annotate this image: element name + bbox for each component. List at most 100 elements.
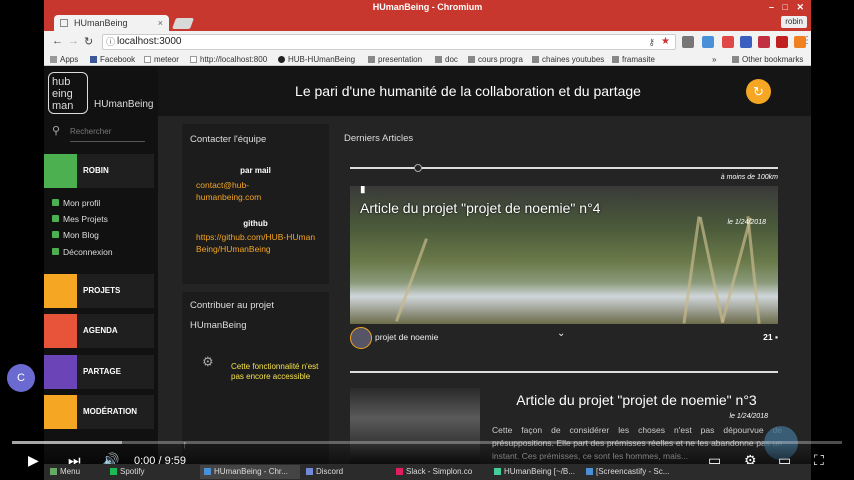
- grass-stroke: [746, 216, 761, 324]
- logo-text: HUmanBeing: [94, 99, 154, 110]
- address-bar[interactable]: ⓘ localhost:3000 ⚷ ★: [102, 34, 676, 50]
- sidebar-sub-logout[interactable]: Déconnexion: [52, 247, 113, 257]
- bookmark-item[interactable]: meteor: [144, 53, 179, 66]
- article-title[interactable]: Article du projet "projet de noemie" n°3: [494, 392, 779, 408]
- taskbar-item[interactable]: Spotify: [106, 465, 196, 479]
- window-controls[interactable]: – □ ✕: [769, 0, 807, 14]
- grass-stroke: [682, 216, 701, 324]
- github-icon: [278, 56, 285, 63]
- bookmark-icon[interactable]: ▮: [360, 186, 366, 195]
- screen: HUmanBeing - Chromium – □ ✕ HUmanBeing ×…: [0, 0, 854, 480]
- article-date: le 1/24/2018: [729, 413, 768, 420]
- info-icon: ⓘ: [106, 37, 116, 47]
- tab-humanbeing[interactable]: HUmanBeing ×: [54, 15, 169, 31]
- sidebar-item-moderation[interactable]: MODÉRATION: [44, 395, 154, 429]
- article-title[interactable]: Article du projet "projet de noemie" n°4: [360, 200, 600, 216]
- sidebar-sub-projects[interactable]: Mes Projets: [52, 214, 108, 224]
- extension-icon[interactable]: [740, 36, 752, 48]
- forward-icon[interactable]: →: [68, 35, 79, 47]
- fullscreen-icon[interactable]: ⛶: [814, 452, 824, 469]
- close-tab-icon[interactable]: ×: [158, 15, 163, 31]
- share-icon: [44, 355, 77, 389]
- sidebar-sub-profile[interactable]: Mon profil: [52, 198, 100, 208]
- comment-count[interactable]: 21 ▪: [763, 332, 778, 342]
- bookmark-item[interactable]: HUB-HUmanBeing: [278, 53, 355, 66]
- menu-icon[interactable]: ⋮: [802, 35, 812, 46]
- bookmarks-bar: Apps Facebook meteor http://localhost:80…: [44, 53, 811, 66]
- bookmark-folder[interactable]: chaines youtubes: [532, 53, 604, 66]
- contact-panel: Contacter l'équipe par mail contact@hub-…: [182, 124, 329, 284]
- discord-icon: [306, 468, 313, 475]
- taskbar-menu[interactable]: Menu: [46, 465, 84, 479]
- comment-icon: ▪: [774, 332, 778, 342]
- star-icon[interactable]: ★: [661, 35, 670, 49]
- gears-icon: ⚙: [202, 354, 214, 369]
- taskbar-item[interactable]: HUmanBeing [~/B...: [490, 465, 580, 479]
- extension-icon[interactable]: [682, 36, 694, 48]
- projects-icon: [44, 274, 77, 308]
- bookmark-item[interactable]: Facebook: [90, 53, 135, 66]
- sidebar-item-projets[interactable]: PROJETS: [44, 274, 154, 308]
- article-card[interactable]: ▮ Article du projet "projet de noemie" n…: [350, 186, 778, 324]
- distance-label: à moins de 100km: [720, 174, 778, 181]
- slack-icon: [396, 468, 403, 475]
- article-author[interactable]: projet de noemie: [375, 332, 438, 342]
- window-title: HUmanBeing - Chromium: [372, 2, 483, 12]
- bookmark-folder[interactable]: doc: [435, 53, 458, 66]
- more-bookmarks-icon[interactable]: »: [712, 53, 716, 66]
- bookmark-folder[interactable]: framasite: [612, 53, 655, 66]
- mail-link[interactable]: contact@hub-humanbeing.com: [196, 179, 296, 203]
- channel-avatar[interactable]: C: [7, 364, 35, 392]
- new-tab-button[interactable]: [171, 18, 195, 29]
- extension-icon[interactable]: [702, 36, 714, 48]
- bookmark-folder[interactable]: presentation: [368, 53, 422, 66]
- editor-icon: [494, 468, 501, 475]
- search-input[interactable]: [70, 122, 145, 142]
- sidebar: hub eing man HUmanBeing ⚲ ROBIN Mon prof…: [44, 66, 158, 464]
- taskbar-item[interactable]: Slack - Simplon.co: [392, 465, 488, 479]
- github-label: github: [243, 219, 268, 228]
- extension-icon[interactable]: [758, 36, 770, 48]
- taskbar-item[interactable]: HUmanBeing - Chr...: [200, 465, 300, 479]
- refresh-button[interactable]: ↻: [746, 79, 771, 104]
- page-icon: [190, 56, 197, 63]
- back-icon[interactable]: ←: [52, 35, 63, 47]
- search-icon: ⚲: [52, 125, 61, 137]
- tab-strip: HUmanBeing × robin: [44, 14, 811, 31]
- folder-icon: [532, 56, 539, 63]
- project-avatar[interactable]: [350, 327, 372, 349]
- browser-icon: [204, 468, 211, 475]
- bookmark-folder[interactable]: cours progra: [468, 53, 523, 66]
- bookmark-item[interactable]: http://localhost:800: [190, 53, 267, 66]
- sidebar-sub-blog[interactable]: Mon Blog: [52, 230, 99, 240]
- slider-handle[interactable]: [414, 164, 423, 172]
- taskbar-item[interactable]: Discord: [302, 465, 382, 479]
- folder-icon: [468, 56, 475, 63]
- github-link[interactable]: https://github.com/HUB-HUmanBeing/HUmanB…: [196, 231, 316, 255]
- browser-toolbar: ← → ↻ ⓘ localhost:3000 ⚷ ★ ⋮: [44, 31, 812, 53]
- profile-button[interactable]: robin: [781, 16, 807, 28]
- sidebar-item-user[interactable]: ROBIN: [44, 154, 154, 188]
- logo[interactable]: hub eing man: [48, 72, 88, 114]
- folder-icon: [612, 56, 619, 63]
- video-progress-bar[interactable]: [12, 441, 842, 444]
- play-icon[interactable]: ▶: [28, 452, 39, 469]
- page-icon: [60, 19, 68, 27]
- extension-icon[interactable]: [722, 36, 734, 48]
- taskbar-item[interactable]: [Screencastify - Sc...: [582, 465, 674, 479]
- apps-icon: [50, 56, 57, 63]
- grass-stroke: [395, 238, 428, 322]
- key-icon[interactable]: ⚷: [648, 35, 655, 49]
- sidebar-item-partage[interactable]: PARTAGE: [44, 355, 154, 389]
- moderation-icon: [44, 395, 77, 429]
- bookmark-item[interactable]: Apps: [50, 53, 78, 66]
- contribute-title: Contribuer au projet: [190, 300, 274, 311]
- bookmark-folder[interactable]: Other bookmarks: [732, 53, 803, 66]
- article-footer: projet de noemie ⌄ 21 ▪: [350, 326, 778, 350]
- extension-icon[interactable]: [776, 36, 788, 48]
- refresh-icon: ↻: [753, 84, 764, 99]
- chevron-down-icon[interactable]: ⌄: [557, 328, 565, 339]
- sidebar-item-agenda[interactable]: AGENDA: [44, 314, 154, 348]
- contact-title: Contacter l'équipe: [190, 134, 267, 145]
- reload-icon[interactable]: ↻: [84, 35, 93, 48]
